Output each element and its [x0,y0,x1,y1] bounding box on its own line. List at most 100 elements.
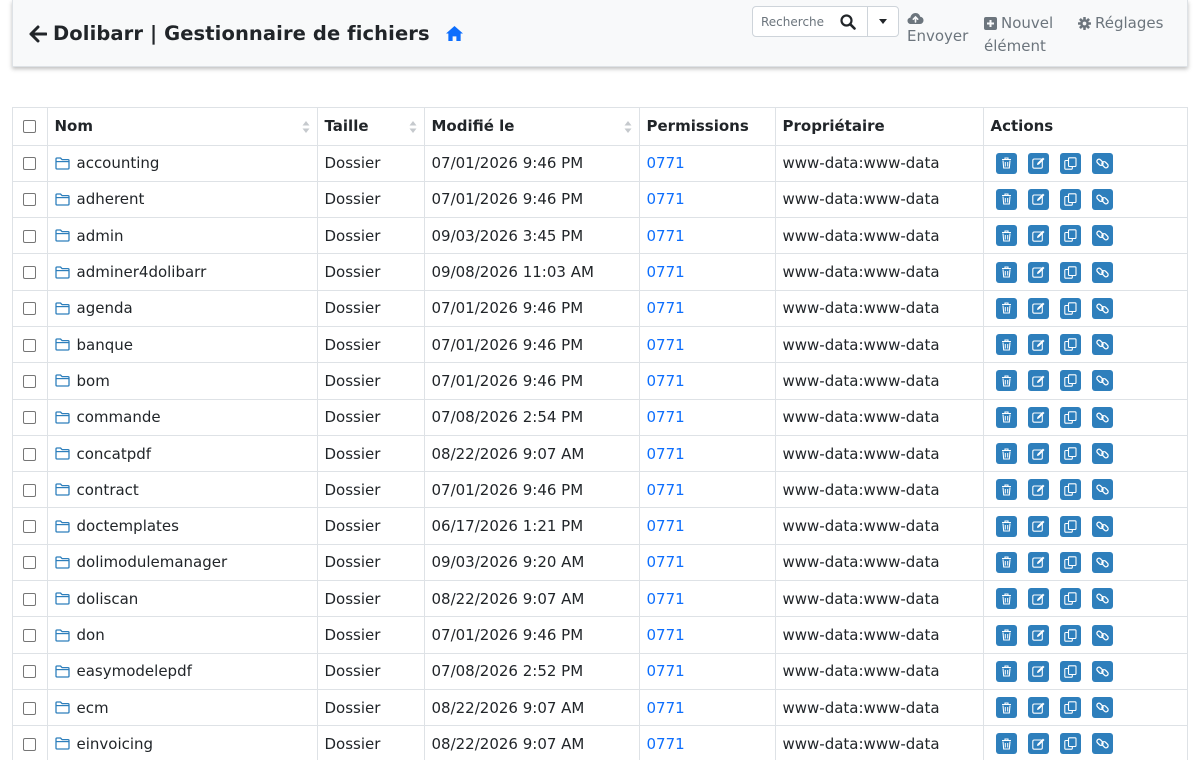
rename-button[interactable] [1027,370,1049,392]
permissions-link[interactable]: 0771 [647,190,685,208]
delete-button[interactable] [995,406,1017,428]
name-cell[interactable]: contract [47,471,318,509]
rename-button[interactable] [1027,406,1049,428]
permissions-link[interactable]: 0771 [647,227,685,245]
link-button[interactable] [1091,406,1113,428]
name-cell[interactable]: adherent [47,181,318,219]
row-checkbox[interactable] [23,665,37,679]
table-row[interactable]: agenda Dossier 07/01/2026 9:46 PM 0771 w… [13,290,1187,327]
copy-button[interactable] [1059,261,1081,283]
link-button[interactable] [1091,515,1113,537]
search-button[interactable] [829,7,867,36]
rename-button[interactable] [1027,152,1049,174]
copy-button[interactable] [1059,588,1081,610]
table-row[interactable]: concatpdf Dossier 08/22/2026 9:07 AM 077… [13,435,1187,473]
delete-button[interactable] [995,152,1017,174]
table-row[interactable]: banque Dossier 07/01/2026 9:46 PM 0771 w… [13,326,1187,364]
rename-button[interactable] [1027,588,1049,610]
name-cell[interactable]: accounting [47,145,318,182]
permissions-cell[interactable]: 0771 [639,725,776,760]
delete-button[interactable] [995,551,1017,573]
copy-button[interactable] [1059,188,1081,210]
table-row[interactable]: bom Dossier 07/01/2026 9:46 PM 0771 www-… [13,362,1187,400]
link-button[interactable] [1091,479,1113,501]
permissions-cell[interactable]: 0771 [639,580,776,618]
delete-button[interactable] [995,624,1017,646]
link-button[interactable] [1091,660,1113,682]
copy-button[interactable] [1059,551,1081,573]
row-checkbox[interactable] [23,193,37,207]
permissions-cell[interactable]: 0771 [639,290,776,327]
file-name[interactable]: concatpdf [77,445,152,463]
copy-button[interactable] [1059,297,1081,319]
permissions-link[interactable]: 0771 [647,517,685,535]
delete-button[interactable] [995,515,1017,537]
file-name[interactable]: doliscan [77,590,139,608]
table-row[interactable]: accounting Dossier 07/01/2026 9:46 PM 07… [13,145,1187,182]
permissions-cell[interactable]: 0771 [639,435,776,473]
copy-button[interactable] [1059,370,1081,392]
row-checkbox[interactable] [23,447,37,461]
file-name[interactable]: dolimodulemanager [77,553,228,571]
permissions-link[interactable]: 0771 [647,626,685,644]
row-checkbox[interactable] [23,266,37,280]
row-checkbox[interactable] [23,302,37,316]
permissions-cell[interactable]: 0771 [639,326,776,364]
name-cell[interactable]: easymodelepdf [47,653,318,690]
delete-button[interactable] [995,261,1017,283]
copy-button[interactable] [1059,443,1081,465]
name-cell[interactable]: don [47,616,318,654]
copy-button[interactable] [1059,225,1081,247]
table-row[interactable]: don Dossier 07/01/2026 9:46 PM 0771 www-… [13,616,1187,654]
row-checkbox[interactable] [23,157,37,171]
table-row[interactable]: ecm Dossier 08/22/2026 9:07 AM 0771 www-… [13,689,1187,727]
link-button[interactable] [1091,443,1113,465]
rename-button[interactable] [1027,188,1049,210]
file-name[interactable]: don [77,626,105,644]
column-header-modified[interactable]: Modifié le [424,108,640,146]
link-button[interactable] [1091,261,1113,283]
copy-button[interactable] [1059,733,1081,755]
name-cell[interactable]: bom [47,362,318,400]
delete-button[interactable] [995,697,1017,719]
link-button[interactable] [1091,588,1113,610]
permissions-cell[interactable]: 0771 [639,181,776,219]
permissions-cell[interactable]: 0771 [639,253,776,291]
rename-button[interactable] [1027,261,1049,283]
delete-button[interactable] [995,297,1017,319]
delete-button[interactable] [995,660,1017,682]
link-button[interactable] [1091,188,1113,210]
name-cell[interactable]: einvoicing [47,725,318,760]
delete-button[interactable] [995,188,1017,210]
name-cell[interactable]: ecm [47,689,318,727]
table-row[interactable]: contract Dossier 07/01/2026 9:46 PM 0771… [13,471,1187,509]
link-button[interactable] [1091,624,1113,646]
permissions-link[interactable]: 0771 [647,590,685,608]
permissions-cell[interactable]: 0771 [639,399,776,436]
table-row[interactable]: easymodelepdf Dossier 07/08/2026 2:52 PM… [13,653,1187,690]
rename-button[interactable] [1027,697,1049,719]
table-row[interactable]: admin Dossier 09/03/2026 3:45 PM 0771 ww… [13,217,1187,255]
name-cell[interactable]: dolimodulemanager [47,544,318,582]
file-name[interactable]: ecm [77,699,109,717]
table-row[interactable]: einvoicing Dossier 08/22/2026 9:07 AM 07… [13,725,1187,760]
permissions-link[interactable]: 0771 [647,372,685,390]
file-name[interactable]: bom [77,372,110,390]
permissions-link[interactable]: 0771 [647,662,685,680]
rename-button[interactable] [1027,443,1049,465]
delete-button[interactable] [995,479,1017,501]
file-name[interactable]: banque [77,336,133,354]
table-row[interactable]: doctemplates Dossier 06/17/2026 1:21 PM … [13,507,1187,545]
file-name[interactable]: commande [77,408,161,426]
search-input[interactable] [753,7,829,36]
search-options-dropdown[interactable] [866,7,898,36]
permissions-cell[interactable]: 0771 [639,145,776,182]
row-checkbox[interactable] [23,229,37,243]
copy-button[interactable] [1059,660,1081,682]
row-checkbox[interactable] [23,338,37,352]
file-name[interactable]: admin [77,227,124,245]
select-all-checkbox[interactable] [23,120,37,134]
name-cell[interactable]: admin [47,217,318,255]
new-item-button[interactable]: Nouvel élément [984,12,1053,58]
file-name[interactable]: einvoicing [77,735,154,753]
